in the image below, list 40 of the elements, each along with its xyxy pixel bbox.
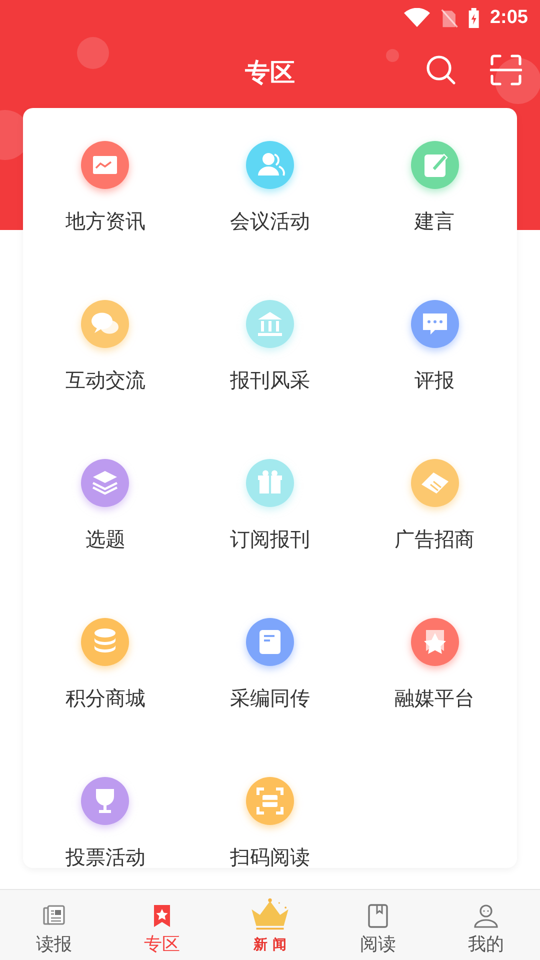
category-label[interactable]: 投票活动 [65, 845, 146, 868]
category-icon[interactable] [81, 141, 130, 189]
category-icon[interactable] [246, 300, 294, 348]
category-icon[interactable] [246, 141, 294, 189]
category-icon[interactable] [410, 141, 459, 189]
battery-icon [468, 8, 480, 28]
category-icon[interactable] [410, 459, 459, 507]
category-label[interactable]: 互动交流 [65, 368, 146, 392]
scan-icon[interactable] [490, 54, 522, 86]
category-label[interactable]: 建言 [414, 209, 455, 233]
wifi-icon [404, 8, 430, 28]
category-label[interactable]: 扫码阅读 [230, 845, 310, 868]
category-label[interactable]: 会议活动 [230, 209, 310, 233]
category-icon[interactable] [81, 777, 130, 825]
no-sim-icon [440, 8, 458, 28]
category-icon[interactable] [246, 777, 294, 825]
category-icon[interactable] [246, 459, 294, 507]
category-label[interactable]: 地方资讯 [65, 209, 146, 233]
category-icon[interactable] [81, 300, 130, 348]
search-icon[interactable] [425, 54, 457, 86]
page-title: 专区 [245, 56, 295, 88]
category-label[interactable]: 融媒平台 [394, 686, 475, 710]
category-label[interactable]: 选题 [85, 527, 126, 551]
category-icon[interactable] [246, 618, 294, 666]
category-icon[interactable] [81, 618, 130, 666]
nav-tab[interactable]: 新 闻 [216, 890, 324, 960]
nav-tab[interactable]: 我的 [432, 890, 540, 960]
category-label[interactable]: 评报 [414, 368, 455, 392]
category-label[interactable]: 报刊风采 [230, 368, 310, 392]
nav-tab[interactable]: 读报 [0, 890, 108, 960]
nav-tab[interactable]: 阅读 [324, 890, 432, 960]
user-icon [472, 902, 500, 930]
category-icon[interactable] [410, 300, 459, 348]
category-icon[interactable] [410, 618, 459, 666]
category-label[interactable]: 广告招商 [394, 527, 475, 551]
clock-time: 2:05 [490, 7, 528, 29]
category-label[interactable]: 积分商城 [65, 686, 146, 710]
category-label[interactable]: 采编同传 [230, 686, 310, 710]
category-label[interactable]: 订阅报刊 [230, 527, 310, 551]
category-icon[interactable] [81, 459, 130, 507]
